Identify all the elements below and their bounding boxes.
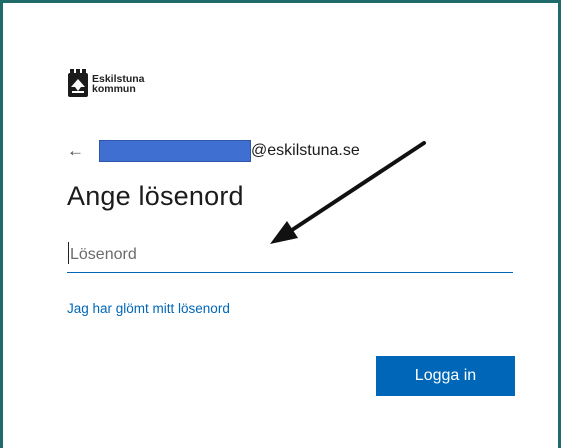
logo-text: Eskilstuna kommun bbox=[92, 74, 145, 95]
sign-in-button[interactable]: Logga in bbox=[376, 356, 515, 396]
login-dialog: Eskilstuna kommun ← @eskilstuna.se Ange … bbox=[0, 0, 561, 448]
email-domain: @eskilstuna.se bbox=[251, 142, 360, 159]
logo-line-2: kommun bbox=[92, 83, 136, 95]
password-input[interactable] bbox=[67, 237, 513, 273]
redacted-username bbox=[99, 140, 251, 162]
eskilstuna-logo: Eskilstuna kommun bbox=[67, 69, 145, 99]
crest-icon bbox=[68, 69, 88, 97]
back-arrow-icon[interactable]: ← bbox=[67, 141, 89, 161]
page-title: Ange lösenord bbox=[67, 181, 244, 211]
forgot-password-link[interactable]: Jag har glömt mitt lösenord bbox=[67, 301, 230, 316]
account-identity: ← @eskilstuna.se bbox=[67, 139, 360, 163]
text-cursor bbox=[68, 242, 69, 264]
